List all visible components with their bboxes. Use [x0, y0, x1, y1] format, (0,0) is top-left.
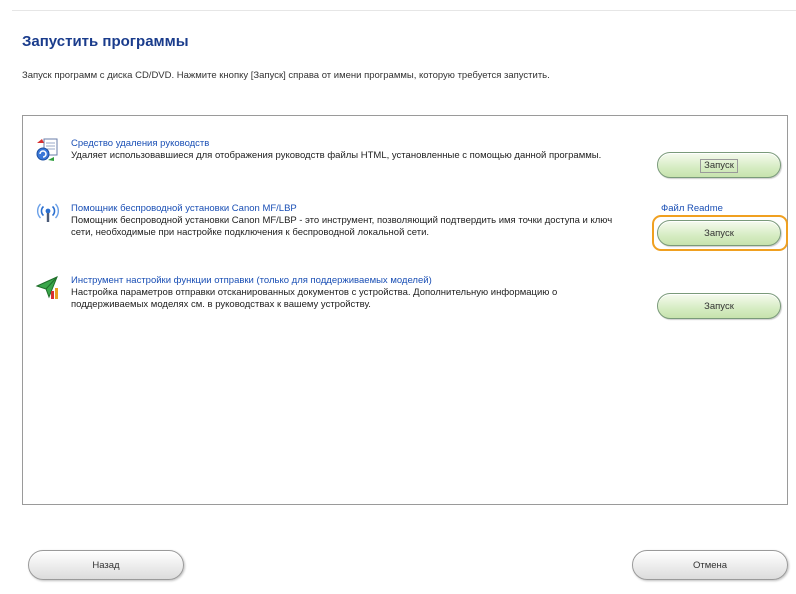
page-title: Запустить программы	[22, 33, 189, 50]
wireless-setup-icon	[35, 202, 61, 228]
readme-link[interactable]: Файл Readme	[661, 203, 723, 214]
send-settings-icon	[35, 275, 61, 301]
program-title[interactable]: Инструмент настройки функции отправки (т…	[71, 275, 432, 286]
program-description: Помощник беспроводной установки Canon MF…	[71, 215, 613, 238]
top-divider	[12, 10, 796, 11]
program-description: Удаляет использовавшиеся для отображения…	[71, 150, 602, 161]
launch-button-wireless-setup[interactable]: Запуск	[657, 220, 781, 246]
launch-button-send-settings[interactable]: Запуск	[657, 293, 781, 319]
instructions-text: Запуск программ с диска CD/DVD. Нажмите …	[22, 70, 550, 81]
program-title[interactable]: Помощник беспроводной установки Canon MF…	[71, 203, 297, 214]
program-list-panel: Средство удаления руководств Удаляет исп…	[22, 115, 788, 505]
manual-uninstall-icon	[35, 136, 61, 162]
launch-button-manual-uninstall[interactable]: Запуск	[657, 152, 781, 178]
cancel-button[interactable]: Отмена	[632, 550, 788, 580]
program-description: Настройка параметров отправки отсканиров…	[71, 287, 558, 310]
back-button[interactable]: Назад	[28, 550, 184, 580]
program-title[interactable]: Средство удаления руководств	[71, 138, 209, 149]
